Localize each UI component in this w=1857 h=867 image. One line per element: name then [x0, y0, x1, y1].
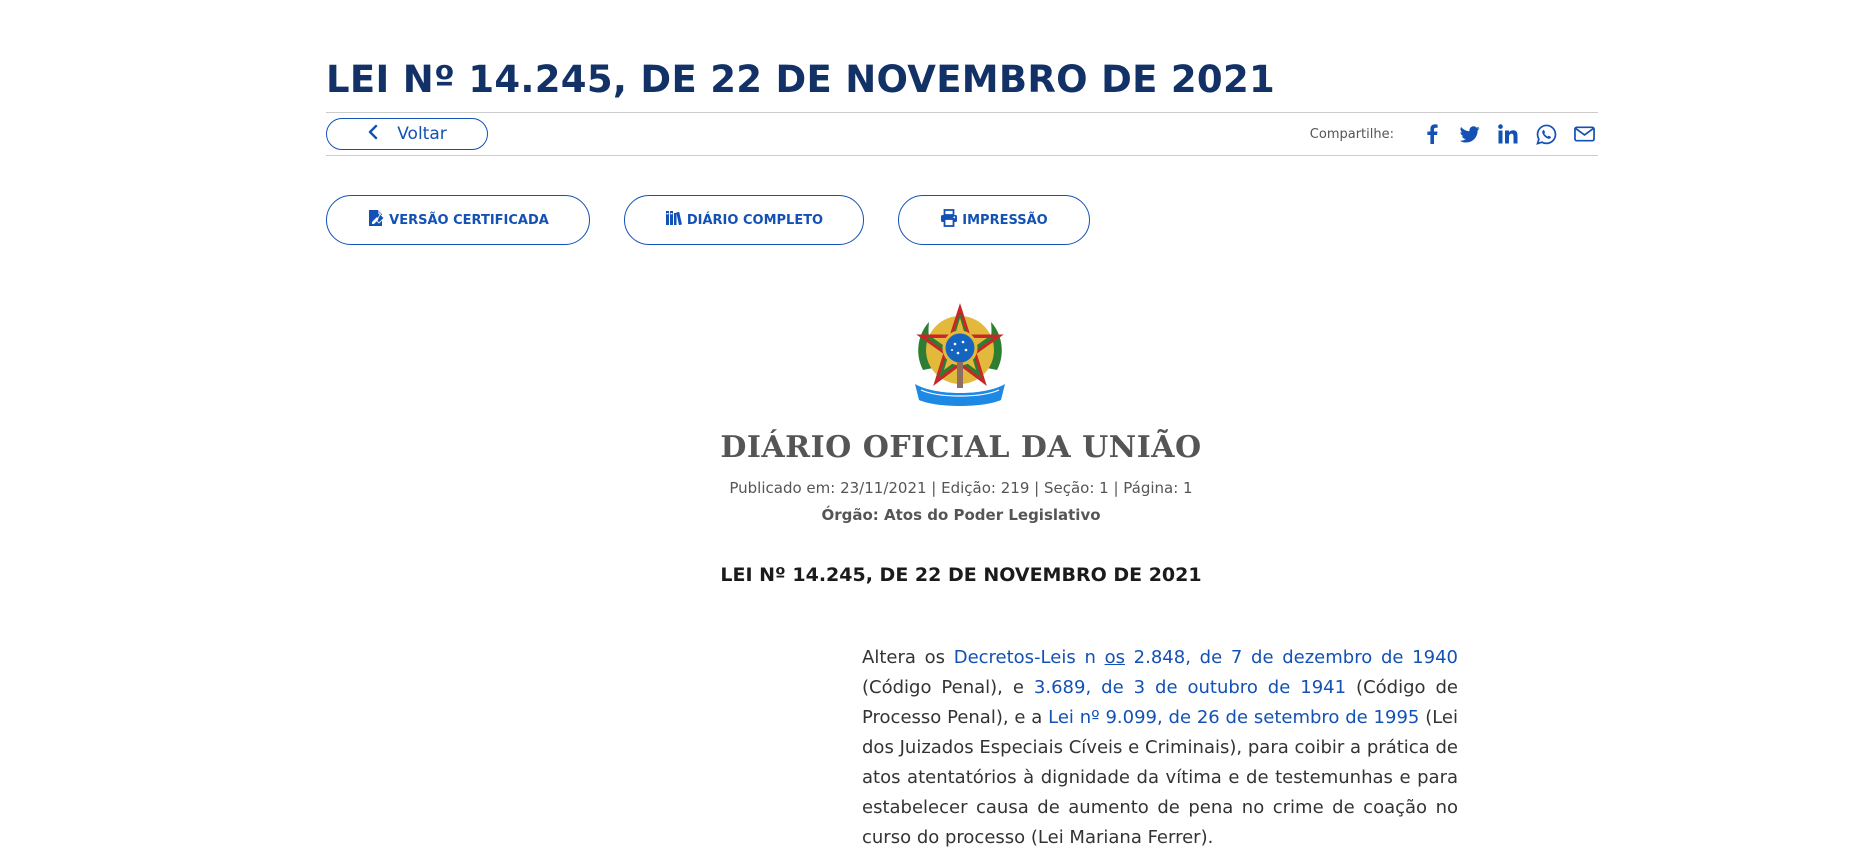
certified-version-label: VERSÃO CERTIFICADA — [389, 212, 549, 228]
share-bar: Compartilhe: — [1310, 113, 1598, 155]
publication-info: Publicado em: 23/11/2021 | Edição: 219 |… — [729, 479, 1193, 497]
certified-document-icon — [367, 209, 385, 231]
email-icon[interactable] — [1570, 120, 1598, 148]
toolbar: Voltar Compartilhe: — [326, 112, 1598, 156]
full-diary-button[interactable]: DIÁRIO COMPLETO — [624, 195, 864, 245]
law-heading: LEI Nº 14.245, DE 22 DE NOVEMBRO DE 2021 — [720, 564, 1202, 586]
print-label: IMPRESSÃO — [962, 212, 1048, 228]
diary-masthead: DIÁRIO OFICIAL DA UNIÃO — [720, 430, 1202, 465]
facebook-icon[interactable] — [1418, 120, 1446, 148]
decree-3689-link[interactable]: 3.689, de 3 de outubro de 1941 — [1034, 677, 1346, 698]
full-diary-label: DIÁRIO COMPLETO — [686, 212, 824, 228]
books-icon — [665, 209, 683, 231]
summary-text-1: Altera os — [862, 647, 954, 668]
law-9099-link[interactable]: Lei nº 9.099, de 26 de setembro de 1995 — [1048, 707, 1419, 728]
printer-icon — [940, 209, 958, 231]
summary-text-2: (Código Penal), e — [862, 677, 1034, 698]
print-button[interactable]: IMPRESSÃO — [898, 195, 1090, 245]
twitter-icon[interactable] — [1456, 120, 1484, 148]
law-summary: Altera os Decretos-Leis n os 2.848, de 7… — [862, 643, 1458, 853]
issuing-body: Órgão: Atos do Poder Legislativo — [0, 506, 1857, 524]
brazil-coat-of-arms-emblem — [905, 300, 1015, 410]
page-title: LEI Nº 14.245, DE 22 DE NOVEMBRO DE 2021 — [326, 58, 1276, 101]
back-button-label: Voltar — [397, 124, 447, 144]
summary-text-4: (Lei dos Juizados Especiais Cíveis e Cri… — [862, 707, 1458, 848]
whatsapp-icon[interactable] — [1532, 120, 1560, 148]
linkedin-icon[interactable] — [1494, 120, 1522, 148]
chevron-left-icon — [367, 124, 379, 145]
back-button[interactable]: Voltar — [326, 118, 488, 150]
certified-version-button[interactable]: VERSÃO CERTIFICADA — [326, 195, 590, 245]
decree-laws-link[interactable]: Decretos-Leis n os 2.848, de 7 de dezemb… — [954, 647, 1458, 668]
share-label: Compartilhe: — [1309, 126, 1394, 142]
issuing-body-text: Órgão: Atos do Poder Legislativo — [821, 506, 1101, 524]
